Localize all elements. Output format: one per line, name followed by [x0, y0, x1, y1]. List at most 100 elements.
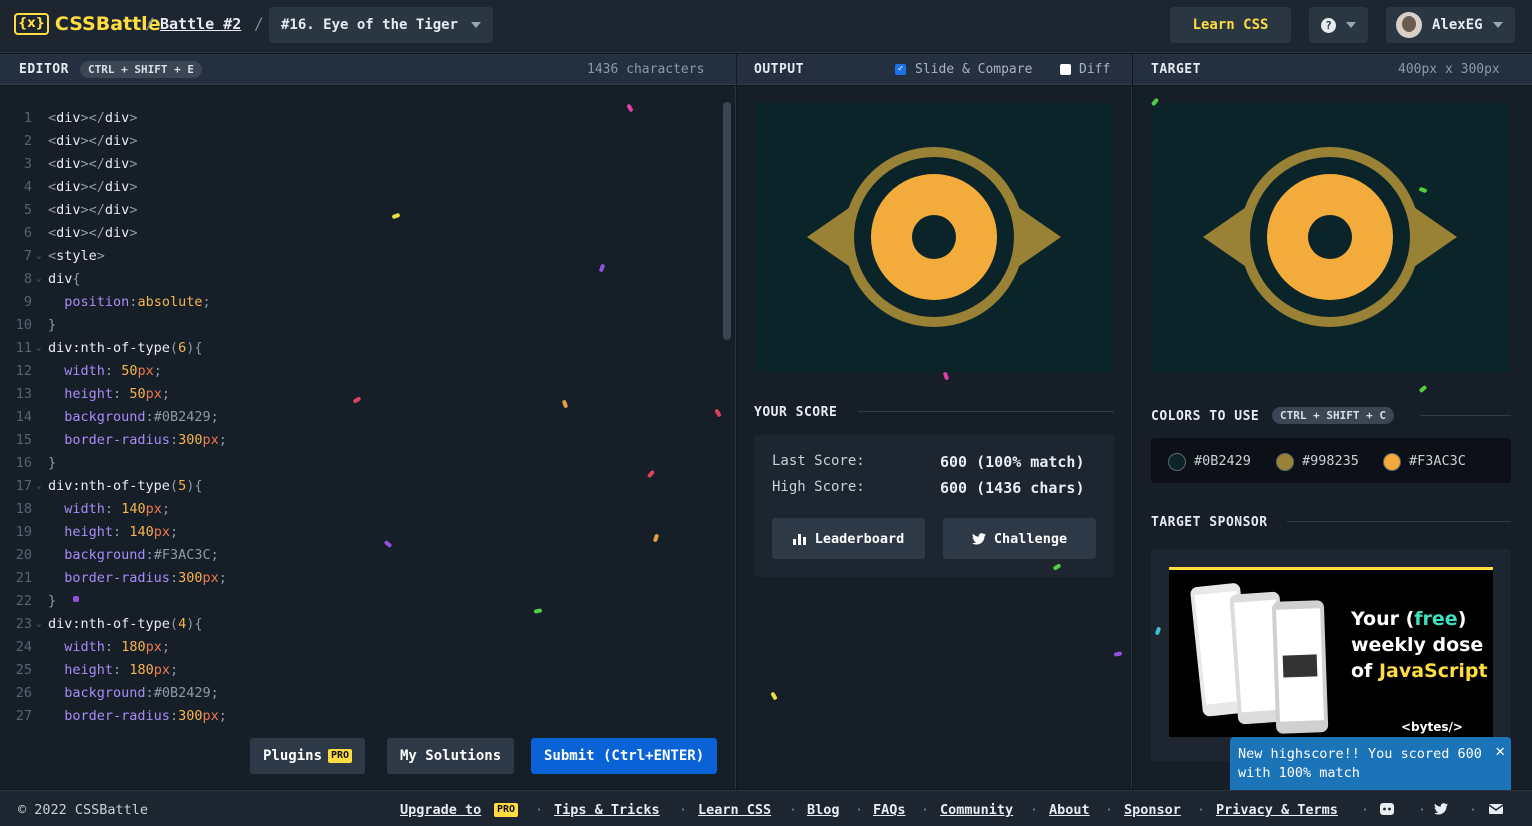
- code-line[interactable]: 8 ⌄ div{: [0, 268, 81, 291]
- footer-link-community[interactable]: Community: [940, 802, 1013, 818]
- my-solutions-button[interactable]: My Solutions: [387, 738, 515, 774]
- footer-link-blog[interactable]: Blog: [807, 802, 840, 818]
- code-line[interactable]: 25 height: 180px;: [0, 659, 178, 682]
- code-line[interactable]: 4 <div></div>: [0, 176, 138, 199]
- footer-separator: ·: [679, 802, 688, 818]
- mail-icon[interactable]: [1489, 803, 1503, 815]
- diff-label[interactable]: Diff: [1079, 62, 1110, 77]
- user-menu[interactable]: AlexEG: [1386, 7, 1515, 43]
- code-editor[interactable]: 1 <div></div> 2 <div></div> 3 <div></div> 4 <di…: [0, 86, 736, 789]
- line-number: 11: [15, 340, 32, 356]
- char-count: 1436 characters: [587, 62, 705, 77]
- code-line[interactable]: 5 <div></div>: [0, 199, 138, 222]
- toast-message: New highscore!! You scored 600 with 100%…: [1238, 746, 1482, 781]
- fold-icon[interactable]: ⌄: [36, 245, 41, 268]
- color-hex[interactable]: #F3AC3C: [1409, 453, 1466, 469]
- code-line[interactable]: 24 width: 180px;: [0, 636, 170, 659]
- code-line[interactable]: 11 ⌄ div:nth-of-type(6){: [0, 337, 203, 360]
- help-dropdown[interactable]: ?: [1309, 7, 1368, 43]
- code-line[interactable]: 14 background:#0B2429;: [0, 406, 219, 429]
- color-swatch[interactable]: [1383, 453, 1401, 471]
- code-line[interactable]: 20 background:#F3AC3C;: [0, 544, 219, 567]
- fold-icon[interactable]: ⌄: [36, 475, 41, 498]
- highscore-toast: New highscore!! You scored 600 with 100%…: [1230, 737, 1511, 794]
- color-swatch[interactable]: [1276, 453, 1294, 471]
- footer-link-privacy[interactable]: Privacy & Terms: [1216, 802, 1338, 818]
- footer-link-about[interactable]: About: [1049, 802, 1090, 818]
- color-swatch[interactable]: [1168, 453, 1186, 471]
- divider: [858, 411, 1114, 412]
- fold-icon[interactable]: ⌄: [36, 613, 41, 636]
- code-line[interactable]: 13 height: 50px;: [0, 383, 170, 406]
- line-number: 25: [15, 662, 32, 678]
- code-text: div:nth-of-type(6){: [48, 340, 203, 356]
- line-number: 10: [15, 317, 32, 333]
- code-line[interactable]: 23 ⌄ div:nth-of-type(4){: [0, 613, 203, 636]
- footer-link-sponsor[interactable]: Sponsor: [1124, 802, 1181, 818]
- code-text: border-radius:300px;: [64, 570, 227, 586]
- footer-link-faqs[interactable]: FAQs: [873, 802, 906, 818]
- code-line[interactable]: 10}: [0, 314, 56, 337]
- slide-compare-label[interactable]: Slide & Compare: [915, 62, 1032, 77]
- code-line[interactable]: 1 <div></div>: [0, 107, 138, 130]
- fold-icon[interactable]: ⌄: [36, 268, 41, 291]
- plugins-label: Plugins: [263, 748, 323, 764]
- code-line[interactable]: 7 ⌄ <style>: [0, 245, 105, 268]
- code-line[interactable]: 12 width: 50px;: [0, 360, 162, 383]
- close-icon[interactable]: ✕: [1495, 741, 1505, 760]
- code-line[interactable]: 2 <div></div>: [0, 130, 138, 153]
- divider: [1287, 521, 1511, 522]
- divider: [1420, 415, 1511, 416]
- code-line[interactable]: 15 border-radius:300px;: [0, 429, 227, 452]
- sponsor-ad[interactable]: Your (free) weekly dose of JavaScript <b…: [1169, 567, 1493, 737]
- code-line[interactable]: 3 <div></div>: [0, 153, 138, 176]
- color-hex[interactable]: #998235: [1302, 453, 1359, 469]
- leaderboard-button[interactable]: Leaderboard: [772, 518, 925, 559]
- challenge-button[interactable]: Challenge: [943, 518, 1096, 559]
- breadcrumb-battle[interactable]: Battle #2: [160, 15, 241, 33]
- plugins-button[interactable]: Plugins PRO: [250, 738, 366, 774]
- code-text: border-radius:300px;: [64, 708, 227, 724]
- code-line[interactable]: 27 border-radius:300px;: [0, 705, 227, 728]
- code-text: background:#0B2429;: [64, 685, 219, 701]
- slide-compare-checkbox[interactable]: ✓: [895, 64, 906, 75]
- editor-scrollbar[interactable]: [723, 102, 731, 340]
- code-line[interactable]: 18 width: 140px;: [0, 498, 170, 521]
- code-line[interactable]: 17 ⌄ div:nth-of-type(5){: [0, 475, 203, 498]
- challenge-dropdown[interactable]: #16. Eye of the Tiger: [269, 7, 493, 43]
- editor-shortcut: CTRL + SHIFT + E: [80, 61, 202, 78]
- cssbattle-logo[interactable]: {x} CSSBattle: [14, 13, 161, 35]
- confetti: [73, 596, 79, 602]
- code-line[interactable]: 6 <div></div>: [0, 222, 138, 245]
- code-line[interactable]: 16}: [0, 452, 56, 475]
- output-canvas[interactable]: [755, 103, 1113, 372]
- code-text: div:nth-of-type(4){: [48, 616, 203, 632]
- footer-link-tips[interactable]: Tips & Tricks: [554, 802, 660, 818]
- twitter-icon: [971, 532, 986, 545]
- footer-link-upgrade[interactable]: Upgrade to: [400, 802, 481, 818]
- target-header: TARGET 400px x 300px: [1133, 54, 1532, 85]
- line-number: 20: [15, 547, 32, 563]
- diff-checkbox[interactable]: [1060, 64, 1071, 75]
- line-number: 3: [23, 156, 32, 172]
- submit-button[interactable]: Submit (Ctrl+ENTER): [531, 738, 718, 774]
- code-text: <div></div>: [48, 202, 138, 218]
- line-number: 22: [15, 593, 32, 609]
- code-line[interactable]: 9 position:absolute;: [0, 291, 211, 314]
- fold-icon[interactable]: ⌄: [36, 337, 41, 360]
- sponsor-box: Your (free) weekly dose of JavaScript <b…: [1151, 549, 1511, 761]
- footer-link-learn-css[interactable]: Learn CSS: [698, 802, 771, 818]
- line-number: 23: [15, 616, 32, 632]
- code-line[interactable]: 26 background:#0B2429;: [0, 682, 219, 705]
- code-text: }: [48, 455, 57, 471]
- learn-css-button[interactable]: Learn CSS: [1170, 7, 1291, 43]
- color-hex[interactable]: #0B2429: [1194, 453, 1251, 469]
- discord-icon[interactable]: [1380, 803, 1394, 815]
- code-line[interactable]: 21 border-radius:300px;: [0, 567, 227, 590]
- code-line[interactable]: 19 height: 140px;: [0, 521, 178, 544]
- code-line[interactable]: 22}: [0, 590, 56, 613]
- twitter-icon[interactable]: [1434, 803, 1448, 815]
- breadcrumb-separator: /: [254, 14, 264, 33]
- line-number: 6: [23, 225, 32, 241]
- code-text: <div></div>: [48, 110, 138, 126]
